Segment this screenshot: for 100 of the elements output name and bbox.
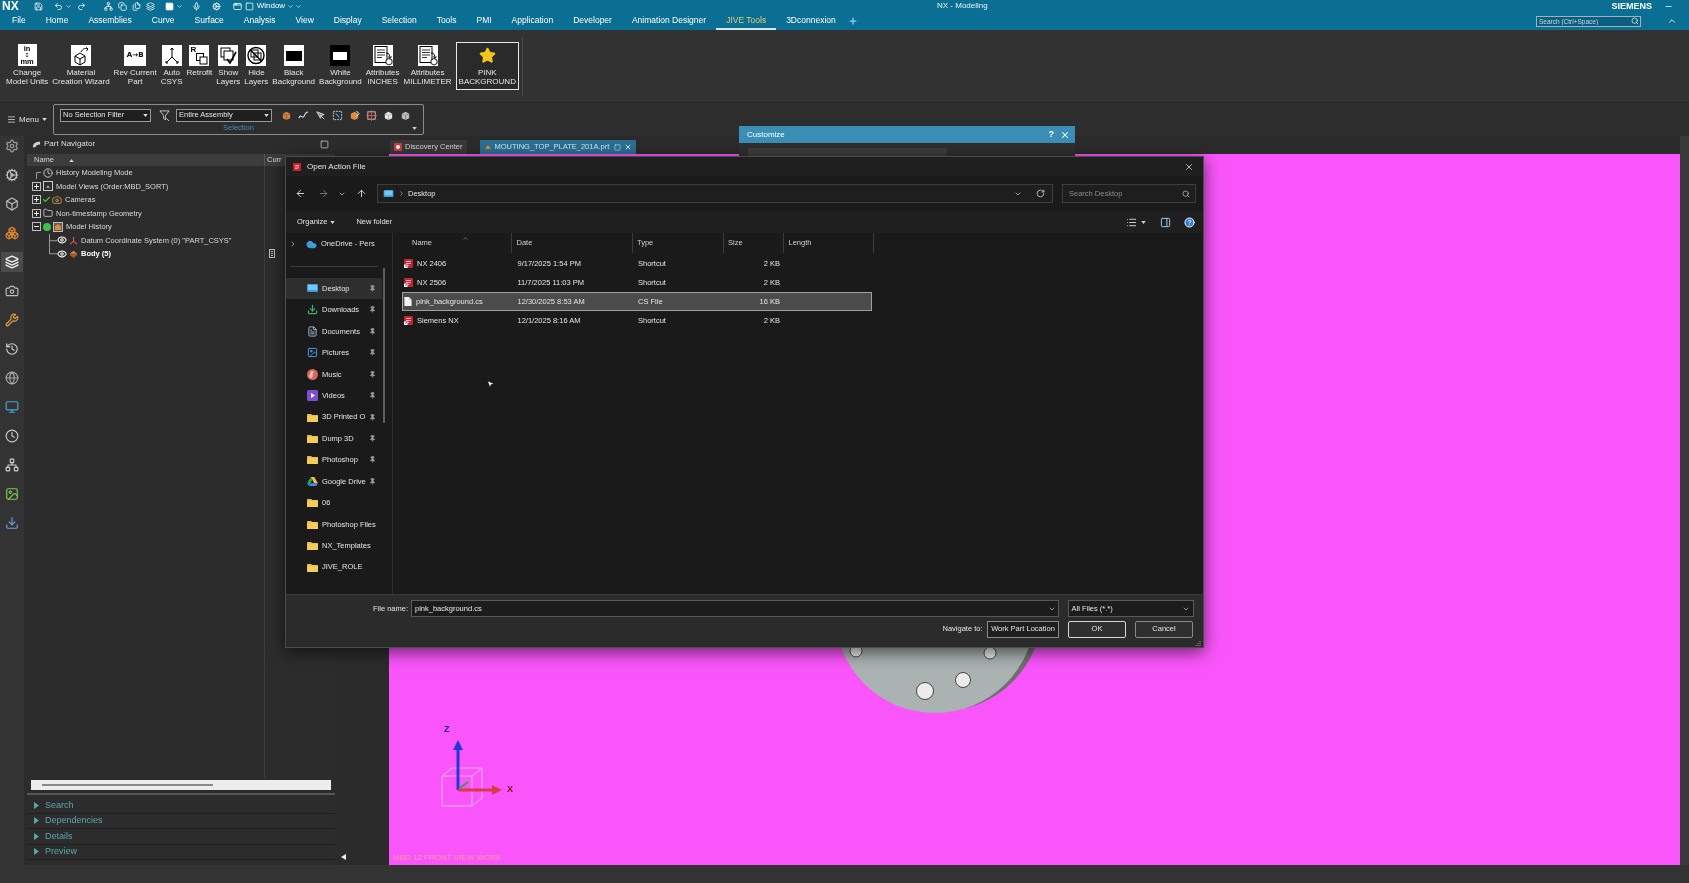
- curved-part-icon: [32, 139, 41, 149]
- expand-icon[interactable]: [32, 181, 41, 191]
- axis-label: Z: [444, 725, 450, 734]
- add-tab-icon[interactable]: [847, 16, 858, 26]
- menu-tab[interactable]: Surface: [184, 12, 234, 30]
- camera-icon: [52, 194, 62, 205]
- caret-icon[interactable]: [1141, 220, 1146, 224]
- collapse-icon[interactable]: [32, 222, 41, 232]
- wrench-icon[interactable]: [5, 313, 19, 327]
- view-options-icon[interactable]: [1126, 216, 1137, 228]
- menu-tab[interactable]: Animation Designer: [621, 12, 717, 30]
- help-icon[interactable]: [1184, 216, 1195, 228]
- layers-icon[interactable]: [5, 255, 19, 269]
- box-arrow-icon[interactable]: [349, 109, 360, 121]
- ribbon-button[interactable]: Attributes INCHES: [363, 42, 402, 90]
- ribbon-button[interactable]: Show Layers: [214, 42, 243, 90]
- boxes-icon[interactable]: [5, 226, 19, 240]
- maximize-icon[interactable]: [320, 139, 329, 149]
- filter-icon[interactable]: [159, 109, 170, 121]
- back-icon[interactable]: [295, 188, 306, 199]
- menu-tab[interactable]: Selection: [371, 12, 427, 30]
- collapse-ribbon-icon[interactable]: [1667, 16, 1677, 26]
- pointer-icon[interactable]: [315, 109, 326, 121]
- section-header[interactable]: Preview: [27, 844, 335, 860]
- window-menu[interactable]: Window: [256, 2, 295, 10]
- monitor-icon[interactable]: [5, 400, 19, 414]
- folder-icon: [43, 208, 53, 219]
- expand-icon[interactable]: [32, 195, 41, 205]
- image-icon[interactable]: [5, 487, 19, 501]
- menu-tab[interactable]: Developer: [563, 12, 622, 30]
- current-marker-icon: [269, 249, 275, 259]
- vertical-scrollbar[interactable]: [383, 268, 385, 423]
- eye-icon[interactable]: [57, 248, 67, 259]
- history-icon[interactable]: [5, 342, 19, 356]
- expand-icon[interactable]: [32, 208, 41, 218]
- undo-icon[interactable]: [53, 1, 63, 11]
- network-icon[interactable]: [103, 1, 113, 11]
- search-icon[interactable]: [1182, 189, 1190, 198]
- part-tile-icon: [53, 221, 63, 232]
- frame-icon[interactable]: [332, 109, 343, 121]
- gear-icon[interactable]: [5, 139, 19, 153]
- block-icon[interactable]: [281, 109, 292, 121]
- menu-tab[interactable]: View: [285, 12, 324, 30]
- ribbon-button[interactable]: R Retrofit: [184, 42, 215, 90]
- menu-tab[interactable]: Display: [323, 12, 372, 30]
- section-header[interactable]: Search: [27, 798, 335, 814]
- menu-tab[interactable]: Curve: [141, 12, 185, 30]
- refresh-icon[interactable]: [1036, 189, 1045, 198]
- section-header[interactable]: Details: [27, 829, 335, 845]
- microphone-icon[interactable]: [191, 1, 201, 11]
- menu-tab[interactable]: Home: [35, 12, 79, 30]
- crosshair-icon[interactable]: [366, 109, 377, 121]
- ribbon-button[interactable]: PINK BACKGROUND: [455, 42, 519, 90]
- desktop-icon: [307, 283, 318, 293]
- up-icon[interactable]: [356, 188, 367, 199]
- preview-pane-icon[interactable]: [1160, 216, 1171, 228]
- ribbon-button[interactable]: Auto CSYS: [158, 42, 185, 90]
- close-icon[interactable]: [1184, 161, 1194, 172]
- ribbon-button[interactable]: White Background: [317, 42, 364, 90]
- expand-icon[interactable]: [289, 240, 297, 248]
- cube-icon[interactable]: [400, 109, 411, 121]
- help-button[interactable]: ?: [1048, 130, 1054, 139]
- folder-icon: [307, 541, 318, 551]
- cog-icon[interactable]: [5, 168, 19, 182]
- network-icon[interactable]: [5, 458, 19, 472]
- globe-icon[interactable]: [5, 371, 19, 385]
- menu-tab[interactable]: Application: [501, 12, 564, 30]
- menu-tab[interactable]: Assemblies: [78, 12, 142, 30]
- box-icon[interactable]: [5, 197, 19, 211]
- cloud-icon: [306, 238, 317, 250]
- copy-icon[interactable]: [117, 1, 127, 11]
- window-icon[interactable]: [232, 1, 242, 11]
- resize-grip-icon[interactable]: [1195, 640, 1201, 646]
- menu-tab[interactable]: 3Dconnexion: [776, 12, 846, 30]
- menu-tab[interactable]: Tools: [426, 12, 467, 30]
- eye-icon[interactable]: [57, 235, 67, 246]
- files-icon[interactable]: [131, 1, 141, 11]
- horizontal-scrollbar[interactable]: [31, 780, 331, 790]
- layers-icon[interactable]: [145, 1, 155, 11]
- download-icon[interactable]: [5, 516, 19, 530]
- menu-button[interactable]: Menu: [7, 113, 47, 126]
- save-icon[interactable]: [33, 1, 43, 11]
- menu-tab[interactable]: PMI: [466, 12, 502, 30]
- section-header[interactable]: Dependencies: [27, 813, 335, 829]
- menu-tab[interactable]: File: [2, 12, 36, 30]
- menu-tab[interactable]: Analysis: [233, 12, 286, 30]
- close-icon[interactable]: [624, 143, 633, 151]
- ribbon-button[interactable]: Hide Layers: [242, 42, 271, 90]
- collapse-panel-icon[interactable]: [341, 854, 346, 860]
- forward-icon[interactable]: [318, 188, 329, 199]
- cube-icon[interactable]: [383, 109, 394, 121]
- camera-icon[interactable]: [5, 284, 19, 298]
- redo-icon[interactable]: [76, 1, 86, 11]
- dialog-title: Open Action File: [307, 160, 366, 173]
- ribbon-button[interactable]: Attributes MILLIMETER: [401, 42, 454, 90]
- ribbon-button[interactable]: Black Background: [270, 42, 318, 90]
- caret-icon[interactable]: [412, 126, 418, 130]
- clock-icon[interactable]: [5, 429, 19, 443]
- curve-icon[interactable]: [298, 109, 309, 121]
- ribbon-button[interactable]: Material Creation Wizard: [50, 42, 112, 90]
